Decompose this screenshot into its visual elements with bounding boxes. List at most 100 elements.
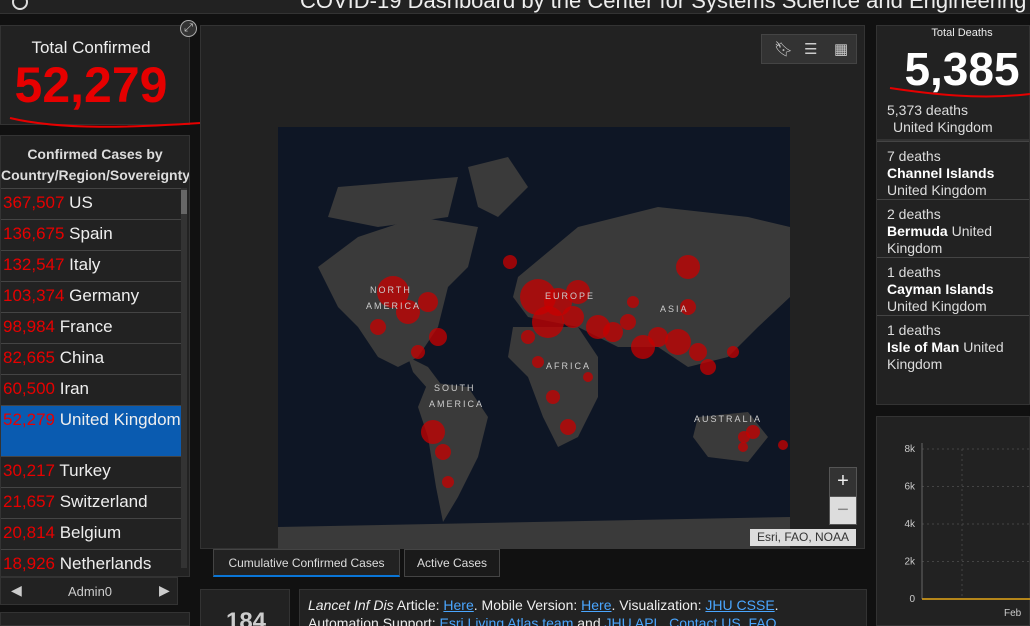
case-bubble[interactable] <box>546 390 560 404</box>
deaths-list-item[interactable]: 2 deaths Bermuda United Kingdom <box>877 199 1029 257</box>
country-name: Spain <box>64 224 113 243</box>
case-bubble[interactable] <box>738 442 748 452</box>
case-bubble[interactable] <box>700 359 716 375</box>
case-bubble[interactable] <box>503 255 517 269</box>
y-tick-label: 6k <box>904 482 916 493</box>
world-map[interactable]: NORTH AMERICA EUROPE ASIA AFRICA SOUTH AMERICA… <box>278 127 790 549</box>
case-bubble[interactable] <box>627 296 639 308</box>
faq-link[interactable]: FAQ <box>748 615 776 626</box>
case-bubble[interactable] <box>521 330 535 344</box>
deaths-list-item[interactable]: 1 deaths Cayman Islands United Kingdom <box>877 257 1029 315</box>
country-list-item[interactable]: 103,374 Germany <box>1 281 183 312</box>
total-confirmed-panel: Total Confirmed 52,279 <box>0 25 190 125</box>
bookmark-icon[interactable]: 🔖︎ <box>774 40 793 58</box>
deaths-place: Isle of Man United Kingdom <box>887 339 1004 372</box>
map-attribution[interactable]: Esri, FAO, NOAA <box>750 529 856 546</box>
continent-label: SOUTH <box>434 383 476 393</box>
article-link[interactable]: Here <box>443 597 473 613</box>
pager-next-icon[interactable]: ▶ <box>159 582 170 599</box>
list-icon[interactable]: ☰ <box>804 40 817 58</box>
country-list: 367,507 US 136,675 Spain 132,547 Italy 103,… <box>1 188 189 576</box>
country-list-item[interactable]: 132,547 Italy <box>1 250 183 281</box>
jhu-apl-link[interactable]: JHU APL <box>605 615 662 626</box>
info-text: and <box>573 615 605 626</box>
contact-us-link[interactable]: Contact US <box>669 615 741 626</box>
info-text: Automation Support: <box>308 615 440 626</box>
country-name: China <box>55 348 105 367</box>
total-deaths-label: Total Deaths <box>931 27 993 39</box>
tab-cumulative-confirmed[interactable]: Cumulative Confirmed Cases <box>213 549 400 577</box>
case-bubble[interactable] <box>620 314 636 330</box>
countries-count-panel: 184 <box>200 589 290 626</box>
country-list-scrollbar[interactable] <box>181 188 187 568</box>
country-list-item[interactable]: 367,507 US <box>1 188 183 219</box>
country-list-item[interactable]: 60,500 Iran <box>1 374 183 405</box>
info-journal: Lancet Inf Dis <box>308 597 394 613</box>
continent-label: NORTH <box>370 285 412 295</box>
case-bubble[interactable] <box>562 306 584 328</box>
case-bubble[interactable] <box>648 327 668 347</box>
country-list-item[interactable]: 18,926 Netherlands <box>1 549 183 576</box>
country-name: United Kingdom <box>55 410 181 429</box>
map-toolbar: 🔖︎ ☰ ▦ <box>761 34 857 64</box>
mobile-version-link[interactable]: Here <box>581 597 611 613</box>
case-bubble[interactable] <box>746 425 760 439</box>
country-case-count: 18,926 <box>3 554 55 573</box>
deaths-list-item[interactable]: 1 deaths Isle of Man United Kingdom <box>877 315 1029 373</box>
pager-label: Admin0 <box>67 584 113 599</box>
land-antarctica <box>278 517 790 549</box>
country-list-item[interactable]: 21,657 Switzerland <box>1 487 183 518</box>
case-bubble[interactable] <box>429 328 447 346</box>
case-bubble[interactable] <box>435 444 451 460</box>
expand-icon[interactable]: ⤢ <box>180 20 197 37</box>
case-bubble[interactable] <box>370 319 386 335</box>
country-case-count: 98,984 <box>3 317 55 336</box>
info-text: . Visualization: <box>611 597 706 613</box>
case-bubble[interactable] <box>689 343 707 361</box>
last-updated-panel <box>0 612 190 626</box>
y-tick-label: 0 <box>909 594 915 605</box>
country-list-item[interactable]: 30,217 Turkey <box>1 456 183 487</box>
deaths-count: 1 deaths <box>887 264 941 280</box>
continent-label: AUSTRALIA <box>694 414 762 424</box>
case-bubble[interactable] <box>778 440 788 450</box>
info-text: . <box>661 615 670 626</box>
land-africa <box>508 327 598 447</box>
tab-active-cases[interactable]: Active Cases <box>404 549 500 577</box>
country-list-item[interactable]: 136,675 Spain <box>1 219 183 250</box>
land-greenland <box>468 157 528 217</box>
jhu-csse-link[interactable]: JHU CSSE <box>705 597 774 613</box>
country-case-count: 20,814 <box>3 523 55 542</box>
zoom-out-button[interactable]: − <box>830 496 856 524</box>
case-bubble[interactable] <box>532 356 544 368</box>
case-bubble[interactable] <box>665 329 691 355</box>
basemap-gallery-icon[interactable]: ▦ <box>834 40 848 58</box>
land-arctic <box>328 177 458 227</box>
case-bubble[interactable] <box>603 322 623 342</box>
zoom-in-button[interactable]: + <box>830 468 856 496</box>
case-bubble[interactable] <box>532 306 564 338</box>
case-bubble[interactable] <box>560 419 576 435</box>
country-list-item[interactable]: 52,279 United Kingdom <box>1 405 183 456</box>
deaths-list-item[interactable]: 7 deaths Channel Islands United Kingdom <box>877 141 1029 199</box>
country-list-item[interactable]: 98,984 France <box>1 312 183 343</box>
continent-label: EUROPE <box>545 291 595 301</box>
dashboard-title: COVID-19 Dashboard by the Center for Sys… <box>300 0 1027 13</box>
case-bubble[interactable] <box>676 255 700 279</box>
country-list-item[interactable]: 20,814 Belgium <box>1 518 183 549</box>
country-list-item[interactable]: 82,665 China <box>1 343 183 374</box>
country-case-count: 52,279 <box>3 410 55 429</box>
country-case-count: 21,657 <box>3 492 55 511</box>
scrollbar-thumb[interactable] <box>181 190 187 214</box>
case-bubble[interactable] <box>411 345 425 359</box>
info-text: . Mobile Version: <box>473 597 582 613</box>
country-name: France <box>55 317 113 336</box>
country-case-count: 136,675 <box>3 224 65 243</box>
case-bubble[interactable] <box>583 372 593 382</box>
esri-living-atlas-link[interactable]: Esri Living Atlas team <box>440 615 574 626</box>
case-bubble[interactable] <box>442 476 454 488</box>
total-confirmed-label: Total Confirmed <box>31 38 151 57</box>
case-bubble[interactable] <box>421 420 445 444</box>
country-name: Belgium <box>55 523 122 542</box>
case-bubble[interactable] <box>727 346 739 358</box>
